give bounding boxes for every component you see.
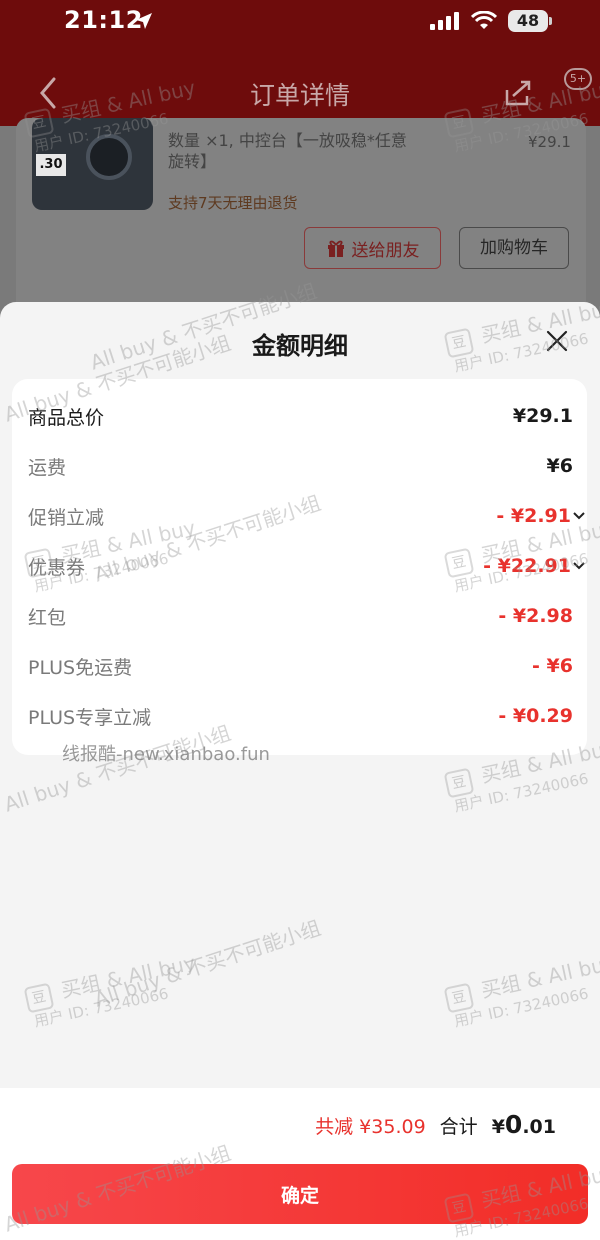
row-value: ¥6 — [546, 455, 573, 477]
confirm-button[interactable]: 确定 — [12, 1164, 588, 1224]
list-item-goods-total: 商品总价 ¥29.1 — [28, 401, 573, 431]
background-order-page: 21:12 48 订单详情 5+ .30 数量 ×1, 中控台【一放吸稳*任意 — [0, 0, 600, 310]
chevron-down-icon[interactable] — [573, 561, 585, 571]
status-time: 21:12 — [64, 6, 143, 34]
row-label: PLUS专享立减 — [28, 706, 152, 729]
product-price: ¥29.1 — [528, 133, 571, 151]
site-watermark: 线报酷-new.xianbao.fun — [62, 744, 270, 765]
total-value-int: 0 — [504, 1110, 523, 1139]
row-value-wrap: - ¥22.91 — [483, 555, 585, 577]
battery-nub — [549, 17, 552, 25]
more-badge[interactable]: 5+ — [564, 68, 592, 90]
row-label: PLUS免运费 — [28, 656, 133, 679]
row-label: 商品总价 — [28, 406, 105, 429]
list-item-red-packet: 红包 - ¥2.98 — [28, 601, 573, 631]
row-value: - ¥2.98 — [498, 605, 573, 627]
location-arrow-icon — [136, 13, 152, 29]
list-item-shipping: 运费 ¥6 — [28, 451, 573, 481]
thumbnail-mount-shape — [86, 134, 132, 180]
product-spec: 数量 ×1, 中控台【一放吸稳*任意 旋转】 — [168, 130, 468, 172]
product-thumbnail[interactable]: .30 — [32, 118, 153, 210]
row-label: 运费 — [28, 456, 67, 479]
row-label: 优惠券 — [28, 556, 86, 579]
battery-indicator: 48 — [508, 10, 548, 32]
row-value-wrap: - ¥2.91 — [496, 505, 585, 527]
product-spec-line1: 数量 ×1, 中控台【一放吸稳*任意 — [168, 131, 407, 150]
row-value: - ¥2.91 — [496, 505, 571, 527]
close-icon[interactable] — [545, 329, 569, 353]
cellular-signal-icon — [430, 12, 459, 30]
row-value: - ¥22.91 — [483, 555, 571, 577]
sheet-title: 金额明细 — [252, 332, 348, 360]
amount-detail-sheet: 金额明细 商品总价 ¥29.1 运费 ¥6 促销立减 - ¥2.91 优惠券 -… — [0, 302, 600, 1240]
row-label: 促销立减 — [28, 506, 105, 529]
list-item-promo-discount[interactable]: 促销立减 - ¥2.91 — [28, 501, 585, 531]
share-icon[interactable] — [503, 78, 533, 108]
total-reduction: 共减 ¥35.09 — [315, 1116, 426, 1138]
wifi-icon — [471, 11, 497, 29]
total-value: ¥0.01 — [492, 1110, 556, 1139]
send-gift-label: 送给朋友 — [351, 240, 420, 261]
list-item-coupon[interactable]: 优惠券 - ¥22.91 — [28, 551, 585, 581]
gift-icon — [327, 240, 344, 257]
amount-detail-list: 商品总价 ¥29.1 运费 ¥6 促销立减 - ¥2.91 优惠券 - ¥22.… — [12, 379, 587, 755]
total-value-prefix: ¥ — [491, 1116, 505, 1138]
thumbnail-price-tag: .30 — [36, 154, 66, 176]
return-policy-note: 支持7天无理由退货 — [168, 194, 298, 212]
row-value: - ¥0.29 — [498, 705, 573, 727]
total-label: 合计 — [439, 1116, 478, 1138]
total-summary: 共减 ¥35.09 合计 ¥0.01 — [315, 1110, 556, 1139]
status-bar: 21:12 48 — [0, 0, 600, 44]
row-value: - ¥6 — [532, 655, 573, 677]
row-value: ¥29.1 — [512, 405, 573, 427]
add-to-cart-button[interactable]: 加购物车 — [459, 227, 569, 269]
send-gift-button[interactable]: 送给朋友 — [304, 227, 441, 269]
list-item-plus-discount: PLUS专享立减 - ¥0.29 — [28, 701, 573, 731]
sheet-footer: 共减 ¥35.09 合计 ¥0.01 确定 — [0, 1088, 600, 1240]
product-spec-line2: 旋转】 — [168, 152, 217, 171]
total-value-dec: .01 — [522, 1116, 556, 1138]
row-label: 红包 — [28, 606, 67, 629]
list-item-plus-free-shipping: PLUS免运费 - ¥6 — [28, 651, 573, 681]
chevron-down-icon[interactable] — [573, 511, 585, 521]
